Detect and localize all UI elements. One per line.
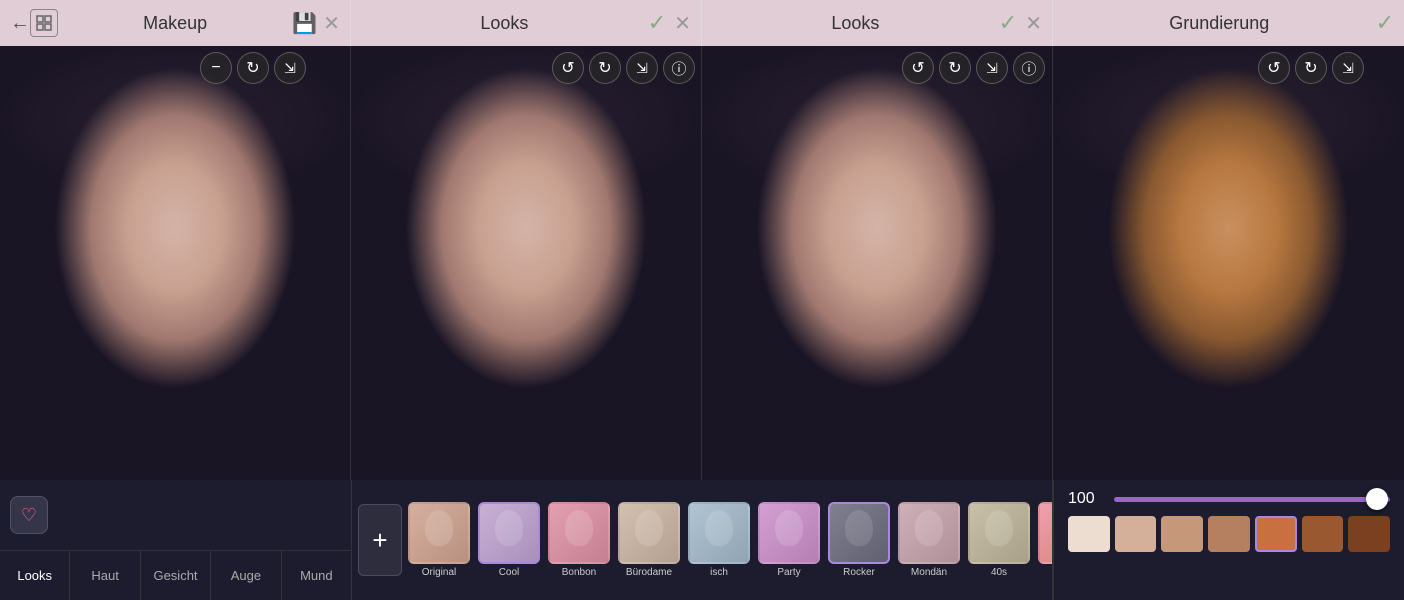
tab-mund[interactable]: Mund [282, 551, 351, 600]
opacity-slider-row: 100 [1068, 490, 1390, 508]
look-item-lisch[interactable]: isch [686, 502, 752, 578]
redo-btn-3[interactable]: ↻ [939, 52, 971, 84]
look-item-original[interactable]: Original [406, 502, 472, 578]
info-btn-3[interactable]: ⓘ [1013, 52, 1045, 84]
swatch-2[interactable] [1115, 516, 1157, 552]
color-swatches-row [1068, 516, 1390, 552]
look-label-original: Original [422, 567, 456, 578]
slider-track[interactable] [1114, 497, 1390, 502]
bottom-toolbar-panel1: ♡ Looks Haut Gesicht Auge Mund [0, 480, 351, 600]
header-panel2: Looks ✓ ✕ [351, 0, 702, 46]
redo-btn-1[interactable]: ↻ [237, 52, 269, 84]
tab-haut[interactable]: Haut [70, 551, 140, 600]
look-item-party[interactable]: Party [756, 502, 822, 578]
crop-btn-2[interactable]: ⇲ [626, 52, 658, 84]
look-label-party: Party [777, 567, 800, 578]
close-icon-2[interactable]: ✕ [674, 11, 691, 36]
grundierung-bottom-panel: 100 [1053, 480, 1404, 600]
look-label-40s: 40s [991, 567, 1007, 578]
crop-btn-1[interactable]: ⇲ [274, 52, 306, 84]
header2-title: Looks [361, 13, 648, 34]
swatch-3[interactable] [1161, 516, 1203, 552]
header3-title: Looks [712, 13, 999, 34]
header-panel4: Grundierung ✓ [1053, 0, 1404, 46]
panel4-icons: ↺ ↻ ⇲ [1258, 52, 1364, 84]
redo-btn-2[interactable]: ↻ [589, 52, 621, 84]
tab-looks[interactable]: Looks [0, 551, 70, 600]
look-item-40s[interactable]: 40s [966, 502, 1032, 578]
swatch-1[interactable] [1068, 516, 1110, 552]
undo-btn-4[interactable]: ↺ [1258, 52, 1290, 84]
grid-icon[interactable] [30, 9, 58, 37]
look-item-burodame[interactable]: Bürodame [616, 502, 682, 578]
header4-title: Grundierung [1063, 13, 1376, 34]
info-btn-2[interactable]: ⓘ [663, 52, 695, 84]
header-panel1: ← Makeup 💾 ✕ [0, 0, 351, 46]
swatch-4[interactable] [1208, 516, 1250, 552]
header-panel3: Looks ✓ ✕ [702, 0, 1053, 46]
add-look-button[interactable]: + [358, 504, 402, 576]
swatch-7[interactable] [1348, 516, 1390, 552]
category-tabs: Looks Haut Gesicht Auge Mund [0, 550, 351, 600]
heart-button[interactable]: ♡ [10, 496, 48, 534]
look-item-bonbon[interactable]: Bonbon [546, 502, 612, 578]
save-icon[interactable]: 💾 [292, 11, 317, 36]
look-label-mondan: Mondän [911, 567, 947, 578]
close-icon-1[interactable]: ✕ [323, 11, 340, 36]
check-icon-2[interactable]: ✓ [648, 10, 666, 36]
look-label-rocker: Rocker [843, 567, 875, 578]
tab-auge[interactable]: Auge [211, 551, 281, 600]
look-label-lisch: isch [710, 567, 728, 578]
close-icon-3[interactable]: ✕ [1025, 11, 1042, 36]
slider-value: 100 [1068, 490, 1104, 508]
crop-btn-3[interactable]: ⇲ [976, 52, 1008, 84]
look-item-cool[interactable]: Cool [476, 502, 542, 578]
panel1-icons: − ↻ ⇲ [200, 52, 306, 84]
back-button[interactable]: ← [10, 12, 30, 35]
header1-title: Makeup [58, 13, 292, 34]
look-label-cool: Cool [499, 567, 520, 578]
look-item-pup[interactable]: Püp [1036, 502, 1053, 578]
panel2-icons: ↺ ↻ ⇲ ⓘ [552, 52, 695, 84]
look-label-bonbon: Bonbon [562, 567, 596, 578]
looks-carousel: + Original Cool [351, 480, 1053, 600]
undo-btn-3[interactable]: ↺ [902, 52, 934, 84]
tab-gesicht[interactable]: Gesicht [141, 551, 211, 600]
panel3-icons: ↺ ↻ ⇲ ⓘ [902, 52, 1045, 84]
swatch-6[interactable] [1302, 516, 1344, 552]
swatch-5[interactable] [1255, 516, 1297, 552]
check-icon-4[interactable]: ✓ [1376, 10, 1394, 36]
check-icon-3[interactable]: ✓ [999, 10, 1017, 36]
minus-btn[interactable]: − [200, 52, 232, 84]
slider-thumb[interactable] [1366, 488, 1388, 510]
redo-btn-4[interactable]: ↻ [1295, 52, 1327, 84]
undo-btn-2[interactable]: ↺ [552, 52, 584, 84]
look-item-rocker[interactable]: Rocker [826, 502, 892, 578]
look-item-mondan[interactable]: Mondän [896, 502, 962, 578]
look-label-burodame: Bürodame [626, 567, 672, 578]
crop-btn-4[interactable]: ⇲ [1332, 52, 1364, 84]
